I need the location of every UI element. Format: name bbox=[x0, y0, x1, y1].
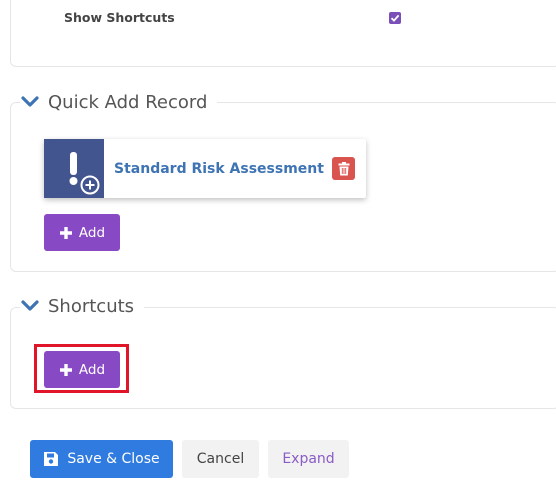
chevron-down-icon[interactable] bbox=[20, 299, 40, 313]
quick-add-title: Quick Add Record bbox=[48, 91, 208, 113]
shortcuts-title: Shortcuts bbox=[48, 295, 135, 317]
check-icon bbox=[390, 14, 400, 22]
show-shortcuts-checkbox[interactable] bbox=[389, 12, 401, 24]
plus-icon bbox=[59, 226, 72, 239]
shortcuts-add-button[interactable]: Add bbox=[44, 351, 120, 388]
trash-icon bbox=[338, 161, 349, 175]
record-name: Standard Risk Assessment bbox=[114, 160, 324, 177]
save-icon bbox=[44, 452, 59, 466]
add-label: Add bbox=[78, 224, 106, 241]
quick-add-add-button[interactable]: Add bbox=[44, 214, 120, 251]
shortcuts-header: Shortcuts bbox=[20, 294, 145, 318]
save-label: Save & Close bbox=[67, 451, 160, 467]
expand-button[interactable]: Expand bbox=[268, 440, 349, 478]
expand-label: Expand bbox=[282, 451, 335, 467]
cancel-button[interactable]: Cancel bbox=[182, 440, 259, 478]
record-card-standard-risk-assessment[interactable]: Standard Risk Assessment bbox=[44, 139, 366, 198]
add-label: Add bbox=[78, 361, 106, 378]
chevron-down-icon[interactable] bbox=[20, 95, 40, 109]
save-close-button[interactable]: Save & Close bbox=[30, 440, 173, 478]
delete-record-button[interactable] bbox=[332, 157, 355, 180]
cancel-label: Cancel bbox=[196, 451, 245, 467]
quick-add-header: Quick Add Record bbox=[20, 90, 218, 114]
show-shortcuts-label: Show Shortcuts bbox=[64, 10, 175, 25]
exclamation-plus-icon bbox=[44, 139, 104, 198]
plus-icon bbox=[59, 363, 72, 376]
